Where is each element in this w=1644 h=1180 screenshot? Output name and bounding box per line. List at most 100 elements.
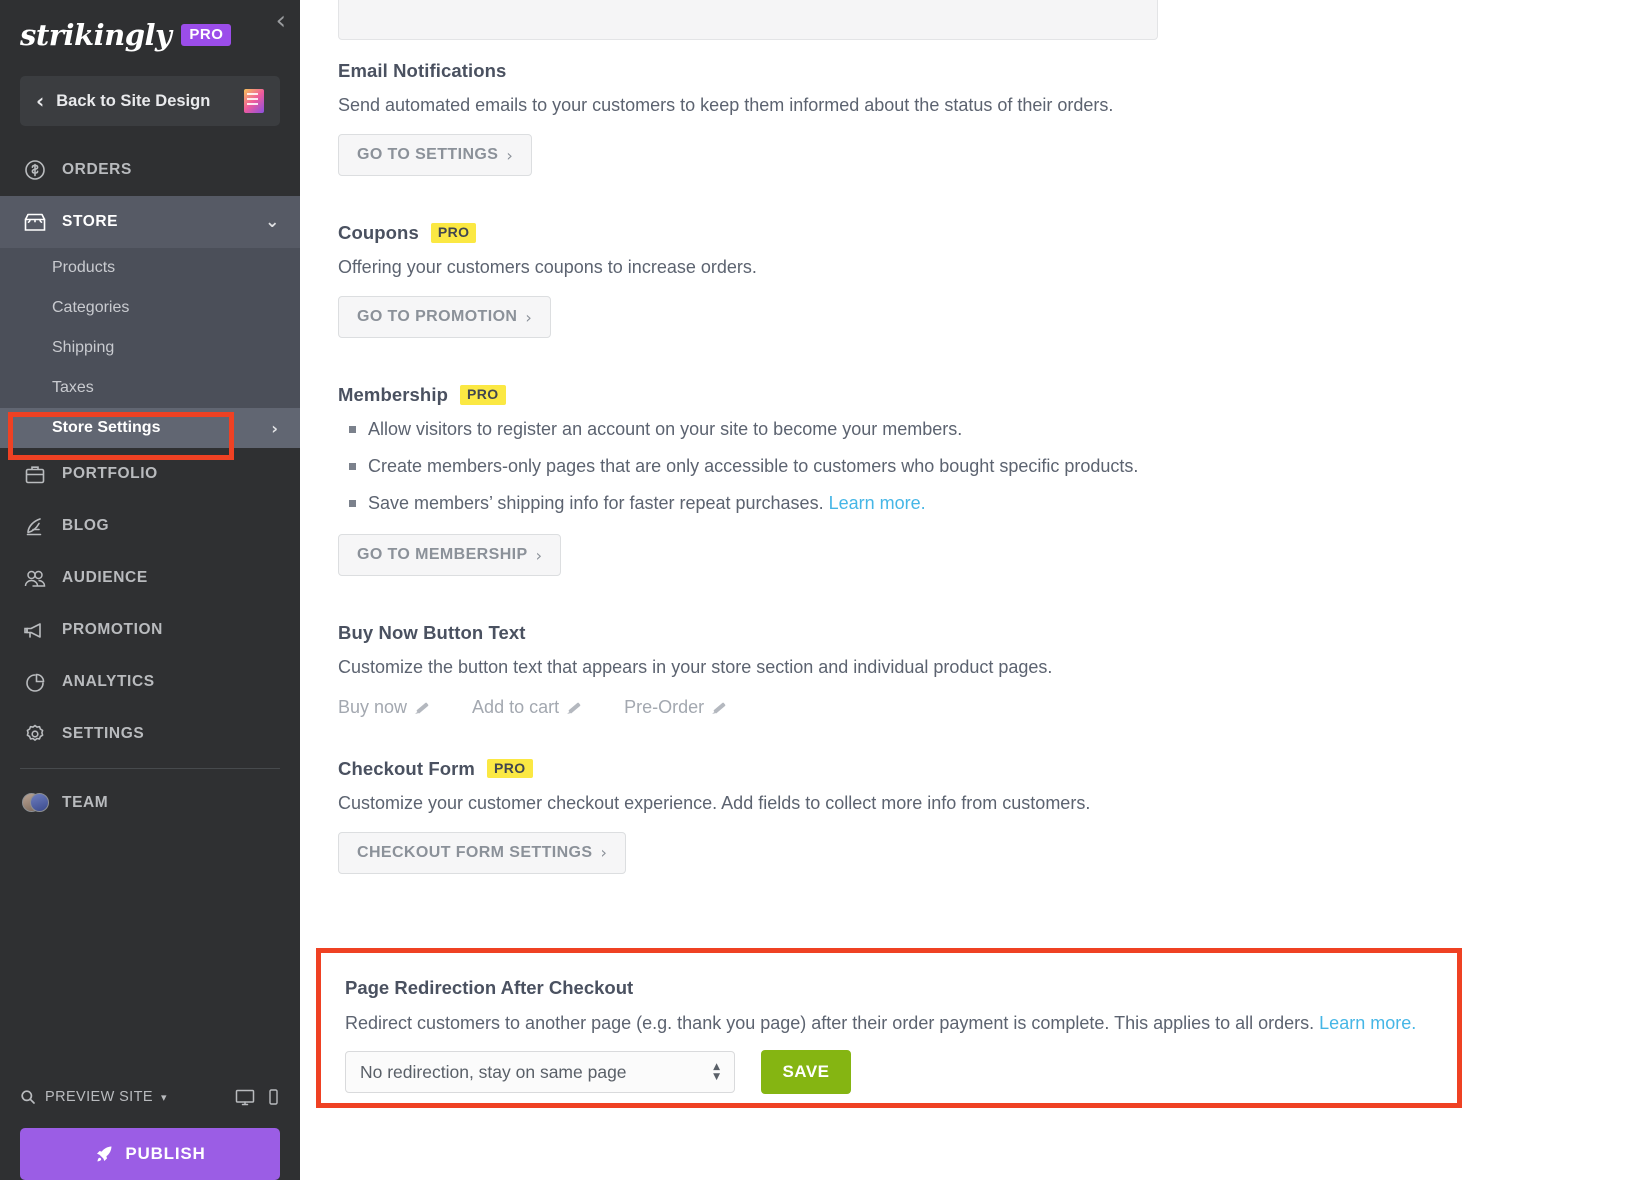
checkout-form-settings-button[interactable]: CHECKOUT FORM SETTINGS ›	[338, 831, 627, 874]
select-stepper-icon: ▲ ▼	[713, 1061, 720, 1082]
buy-now-button-text-options: Buy now Add to cart Pre-Order	[338, 697, 1608, 718]
sidebar-item-promotion[interactable]: PROMOTION	[0, 604, 300, 656]
section-title-text: Membership	[338, 384, 448, 406]
sidebar-footer: PREVIEW SITE ▾ PUBLISH	[0, 1078, 300, 1180]
button-label: GO TO PROMOTION	[357, 308, 518, 326]
membership-benefits-list: Allow visitors to register an account on…	[338, 416, 1608, 516]
chevron-right-icon: ›	[525, 307, 533, 327]
mobile-icon[interactable]	[269, 1089, 278, 1105]
sidebar-item-portfolio[interactable]: PORTFOLIO	[0, 448, 300, 500]
sidebar-item-label: TEAM	[62, 794, 109, 811]
redirection-select[interactable]: No redirection, stay on same page ▲ ▼	[345, 1051, 735, 1093]
search-icon	[20, 1089, 36, 1105]
button-label: GO TO SETTINGS	[357, 146, 499, 164]
sidebar-item-analytics[interactable]: ANALYTICS	[0, 656, 300, 708]
publish-button[interactable]: PUBLISH	[20, 1128, 280, 1180]
buy-now-option[interactable]: Buy now	[338, 697, 430, 718]
gear-icon	[22, 721, 48, 747]
chevron-left-icon[interactable]: ‹	[276, 8, 286, 34]
section-checkout-form: Checkout Form PRO Customize your custome…	[338, 758, 1608, 874]
pencil-icon[interactable]	[415, 700, 430, 715]
save-button[interactable]: SAVE	[761, 1050, 851, 1094]
add-to-cart-option[interactable]: Add to cart	[472, 697, 582, 718]
sidebar-item-blog[interactable]: BLOG	[0, 500, 300, 552]
quill-pen-icon	[22, 513, 48, 539]
sidebar-item-label: ANALYTICS	[62, 673, 155, 690]
sidebar-item-store[interactable]: STORE ⌄	[0, 196, 300, 248]
pre-order-option[interactable]: Pre-Order	[624, 697, 727, 718]
section-title-text: Buy Now Button Text	[338, 622, 526, 644]
sidebar-item-label: BLOG	[62, 517, 110, 534]
page-redirection-title: Page Redirection After Checkout	[345, 977, 634, 998]
sidebar-subitem-label: Products	[52, 259, 116, 276]
back-to-site-design-button[interactable]: ‹ Back to Site Design	[20, 76, 280, 126]
section-email-notifications: Email Notifications Send automated email…	[338, 60, 1608, 177]
preview-site-row[interactable]: PREVIEW SITE ▾	[0, 1078, 300, 1116]
list-item-text: Create members-only pages that are only …	[368, 456, 1139, 477]
back-to-site-design-label: Back to Site Design	[56, 91, 211, 110]
go-to-membership-button[interactable]: GO TO MEMBERSHIP ›	[338, 534, 562, 577]
brand-logo: strikingly	[20, 17, 172, 52]
learn-more-link[interactable]: Learn more.	[1319, 1013, 1416, 1033]
section-title-text: Coupons	[338, 222, 419, 244]
go-to-promotion-button[interactable]: GO TO PROMOTION ›	[338, 296, 552, 339]
page-redirection-controls: No redirection, stay on same page ▲ ▼ SAV…	[345, 1050, 1457, 1094]
brand-row: strikingly PRO ‹	[0, 0, 300, 58]
chevron-down-icon: ⌄	[265, 212, 280, 232]
section-membership: Membership PRO Allow visitors to registe…	[338, 384, 1608, 577]
list-item: Save members’ shipping info for faster r…	[338, 490, 1608, 516]
desktop-icon[interactable]	[235, 1089, 255, 1106]
sidebar-item-products[interactable]: Products	[0, 248, 300, 288]
pencil-icon[interactable]	[567, 700, 582, 715]
list-item-text: Allow visitors to register an account on…	[368, 419, 963, 440]
option-label: Pre-Order	[624, 696, 705, 717]
sidebar-item-categories[interactable]: Categories	[0, 288, 300, 328]
pro-badge: PRO	[459, 385, 506, 406]
sidebar-subitem-label: Shipping	[52, 339, 115, 356]
page-redirection-description: Redirect customers to another page (e.g.…	[345, 1013, 1457, 1034]
people-icon	[22, 565, 48, 591]
sidebar-item-settings[interactable]: SETTINGS	[0, 708, 300, 760]
pencil-icon[interactable]	[712, 700, 727, 715]
section-description: Customize the button text that appears i…	[338, 657, 1053, 678]
sidebar-item-label: PROMOTION	[62, 621, 163, 638]
section-title-text: Email Notifications	[338, 60, 507, 81]
publish-label: PUBLISH	[125, 1144, 206, 1163]
section-title: Email Notifications	[338, 60, 1608, 82]
learn-more-link[interactable]: Learn more.	[829, 493, 926, 513]
button-label: GO TO MEMBERSHIP	[357, 546, 528, 564]
sidebar-item-orders[interactable]: ORDERS	[0, 144, 300, 196]
sidebar-item-shipping[interactable]: Shipping	[0, 328, 300, 368]
chevron-left-icon: ‹	[36, 89, 45, 113]
sidebar-item-taxes[interactable]: Taxes	[0, 368, 300, 408]
list-item: Create members-only pages that are only …	[338, 453, 1608, 479]
go-to-settings-button[interactable]: GO TO SETTINGS ›	[338, 134, 533, 177]
sidebar-nav: ORDERS STORE ⌄ Products Categories Shipp…	[0, 144, 300, 829]
caret-down-icon: ▾	[160, 1090, 167, 1104]
brand-pro-badge: PRO	[181, 24, 232, 46]
section-title-text: Checkout Form	[338, 757, 475, 779]
section-description: Send automated emails to your customers …	[338, 95, 1114, 115]
list-item-text: Save members’ shipping info for faster r…	[368, 493, 829, 514]
option-label: Buy now	[338, 696, 408, 717]
store-settings-sections: Email Notifications Send automated email…	[338, 60, 1608, 874]
preview-site-label: PREVIEW SITE	[45, 1089, 153, 1105]
sidebar-item-team[interactable]: TEAM	[0, 777, 300, 829]
sidebar-item-label: ORDERS	[62, 161, 132, 178]
site-page-icon	[244, 89, 264, 113]
briefcase-icon	[22, 461, 48, 487]
store-submenu: Products Categories Shipping Taxes Store…	[0, 248, 300, 448]
sidebar-subitem-label: Store Settings	[52, 419, 161, 436]
option-label: Add to cart	[472, 696, 560, 717]
sidebar-subitem-label: Categories	[52, 299, 130, 316]
section-coupons: Coupons PRO Offering your customers coup…	[338, 222, 1608, 339]
sidebar-item-label: STORE	[62, 213, 119, 230]
sidebar-subitem-label: Taxes	[52, 379, 94, 396]
sidebar-item-store-settings[interactable]: Store Settings ›	[0, 408, 300, 448]
pro-badge: PRO	[430, 223, 477, 243]
sidebar-item-audience[interactable]: AUDIENCE	[0, 552, 300, 604]
section-page-redirection: Page Redirection After Checkout Redirect…	[316, 948, 1462, 1108]
section-description: Customize your customer checkout experie…	[338, 792, 1091, 813]
redirection-select-value: No redirection, stay on same page	[360, 1061, 627, 1082]
section-title: Coupons PRO	[338, 222, 1608, 244]
